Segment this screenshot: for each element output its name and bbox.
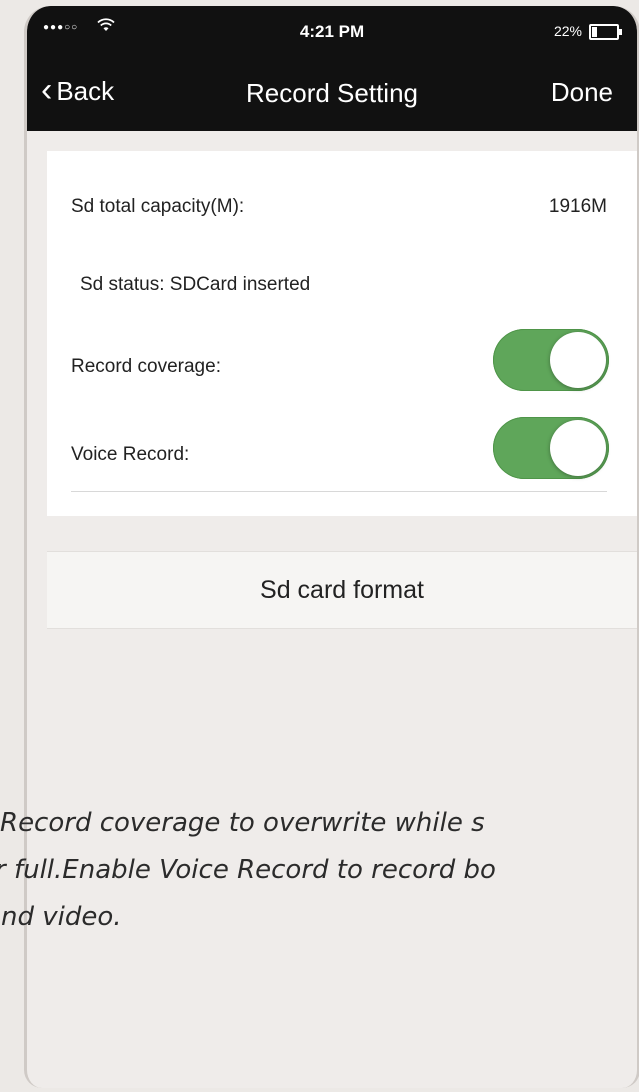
divider xyxy=(71,491,607,492)
record-coverage-toggle[interactable] xyxy=(493,329,609,391)
battery-fill xyxy=(592,27,597,37)
caption-line-1: Record coverage to overwrite while s xyxy=(0,808,485,838)
voice-record-toggle[interactable] xyxy=(493,417,609,479)
sd-status-text: Sd status: SDCard inserted xyxy=(80,274,311,295)
battery-icon xyxy=(589,24,622,40)
sd-status-row: Sd status: SDCard inserted xyxy=(80,274,607,296)
done-button[interactable]: Done xyxy=(551,77,613,108)
top-bar: ●●●○○ 4:21 PM 22% ‹ Back Record Setting … xyxy=(27,6,637,131)
voice-record-label: Voice Record: xyxy=(71,444,190,465)
status-time: 4:21 PM xyxy=(299,22,365,41)
caption-line-2: r full.Enable Voice Record to record bo xyxy=(0,855,496,885)
sd-card-format-button[interactable]: Sd card format xyxy=(47,551,637,629)
toggle-knob xyxy=(550,420,606,476)
settings-card: Sd total capacity(M): 1916M Sd status: S… xyxy=(47,151,637,516)
record-coverage-label: Record coverage: xyxy=(71,356,221,377)
capacity-value: 1916M xyxy=(548,196,607,217)
status-bar: ●●●○○ 4:21 PM 22% xyxy=(27,6,637,58)
capacity-row: Sd total capacity(M): 1916M xyxy=(71,196,607,218)
caption-line-3: nd video. xyxy=(1,902,122,932)
nav-bar: ‹ Back Record Setting Done xyxy=(27,58,637,131)
capacity-label: Sd total capacity(M): xyxy=(71,196,245,217)
toggle-knob xyxy=(550,332,606,388)
battery-percent: 22% xyxy=(553,23,582,39)
page-title: Record Setting xyxy=(246,78,418,108)
